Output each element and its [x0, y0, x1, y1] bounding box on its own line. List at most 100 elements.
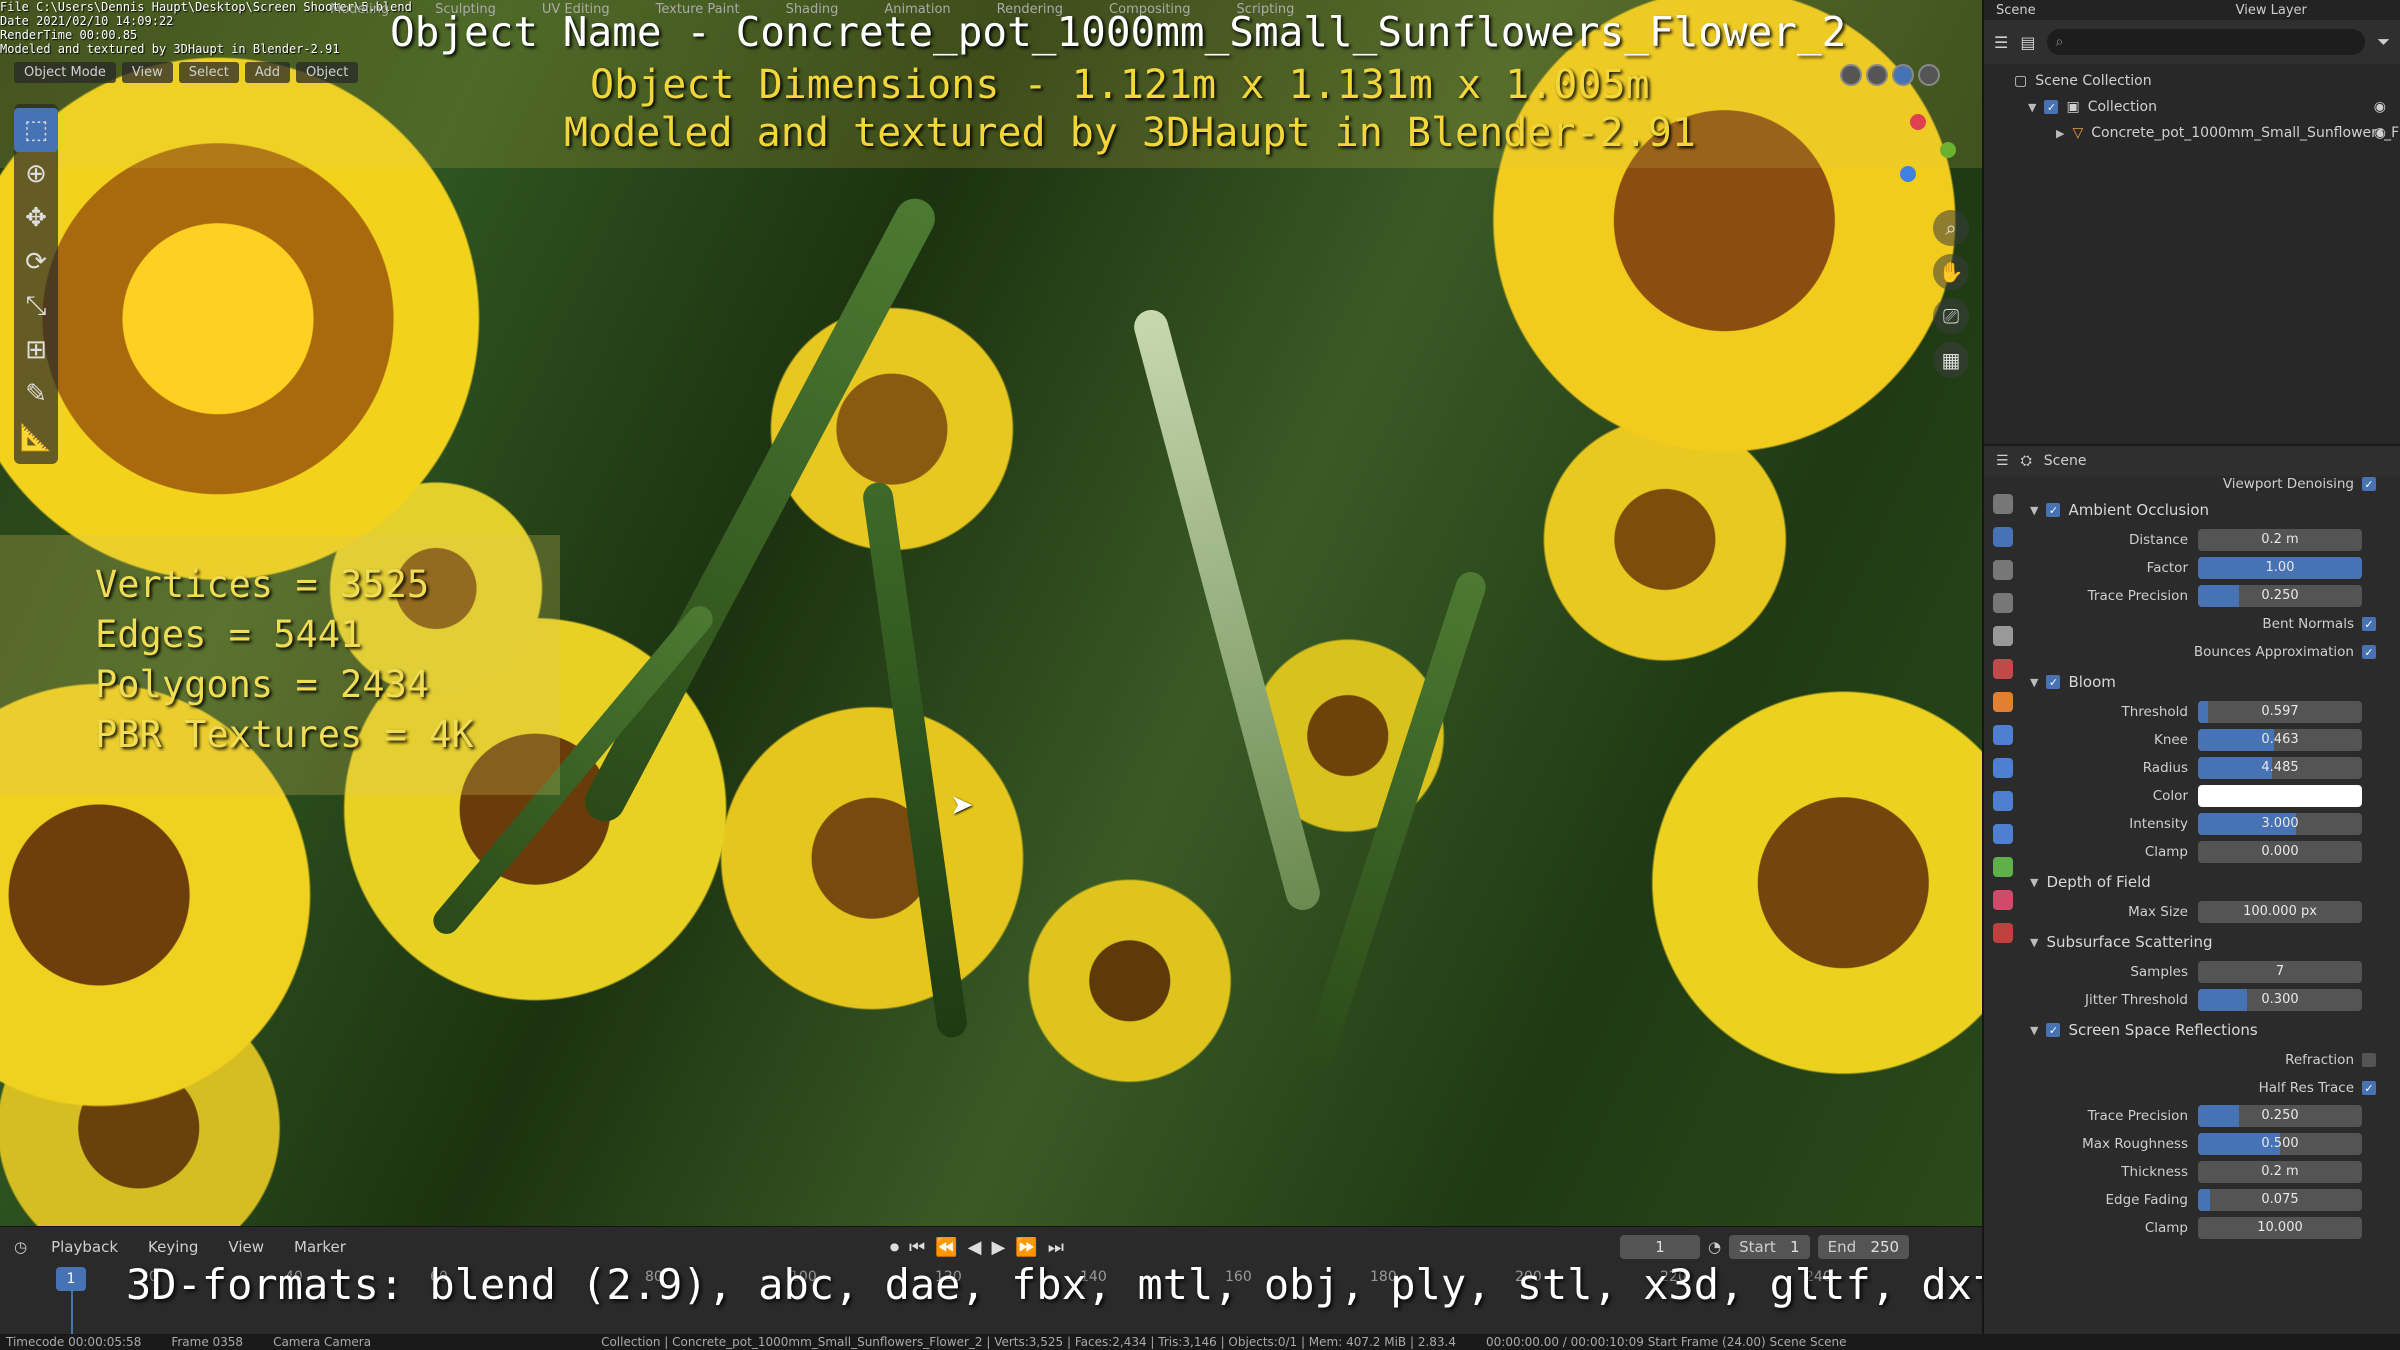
ssr-edge-fading-slider[interactable]: 0.075 [2198, 1189, 2362, 1211]
texture-tab-icon[interactable] [1993, 923, 2013, 943]
marker-menu[interactable]: Marker [288, 1236, 352, 1258]
viewport-denoising-checkbox[interactable]: ✓ [2362, 477, 2376, 491]
dof-max-size-field[interactable]: 100.000 px [2198, 901, 2362, 923]
ssr-clamp-field[interactable]: 10.000 [2198, 1217, 2362, 1239]
bloom-header[interactable]: ▼ ✓ Bloom [2030, 666, 2400, 698]
bloom-radius-slider[interactable]: 4.485 [2198, 757, 2362, 779]
tab-modeling[interactable]: Modeling [330, 2, 389, 17]
start-frame-field[interactable]: 1 [1790, 1238, 1800, 1256]
chevron-right-icon[interactable]: ▶ [2056, 127, 2064, 140]
chevron-down-icon[interactable]: ▼ [2030, 504, 2038, 517]
scene-collection-row[interactable]: ▢ Scene Collection [1984, 68, 2400, 94]
chevron-down-icon[interactable]: ▼ [2030, 936, 2038, 949]
current-frame-field[interactable]: 1 [1620, 1235, 1700, 1259]
select-box-icon[interactable]: ⬚ [14, 108, 58, 152]
pan-hand-icon[interactable]: ✋ [1933, 254, 1969, 290]
view-layer-tab-icon[interactable] [1993, 593, 2013, 613]
render-tab-icon[interactable] [1993, 527, 2013, 547]
move-icon[interactable]: ✥ [14, 196, 58, 240]
x-axis-icon[interactable] [1910, 114, 1926, 130]
bloom-knee-slider[interactable]: 0.463 [2198, 729, 2362, 751]
chevron-down-icon[interactable]: ▼ [2028, 101, 2036, 114]
bent-normals-checkbox[interactable]: ✓ [2362, 617, 2376, 631]
camera-icon[interactable]: ⎚ [1933, 298, 1969, 334]
refraction-checkbox[interactable] [2362, 1053, 2376, 1067]
tool-tab-icon[interactable] [1993, 494, 2013, 514]
chevron-down-icon[interactable]: ▼ [2030, 676, 2038, 689]
bloom-clamp-field[interactable]: 0.000 [2198, 841, 2362, 863]
ao-distance-field[interactable]: 0.2 m [2198, 529, 2362, 551]
solid-shading-icon[interactable] [1866, 64, 1888, 86]
wireframe-shading-icon[interactable] [1840, 64, 1862, 86]
data-tab-icon[interactable] [1993, 857, 2013, 877]
ambient-occlusion-header[interactable]: ▼ ✓ Ambient Occlusion [2030, 494, 2400, 526]
object-row[interactable]: ▶ ▽ Concrete_pot_1000mm_Small_Sunflowers… [1984, 120, 2400, 146]
object-menu[interactable]: Object [296, 62, 359, 83]
chevron-down-icon[interactable]: ▼ [2030, 876, 2038, 889]
output-tab-icon[interactable] [1993, 560, 2013, 580]
ssr-max-roughness-slider[interactable]: 0.500 [2198, 1133, 2362, 1155]
object-tab-icon[interactable] [1993, 692, 2013, 712]
jump-start-icon[interactable]: ⏮ [909, 1237, 925, 1258]
ssr-thickness-field[interactable]: 0.2 m [2198, 1161, 2362, 1183]
sss-jitter-slider[interactable]: 0.300 [2198, 989, 2362, 1011]
ssr-trace-precision-slider[interactable]: 0.250 [2198, 1105, 2362, 1127]
material-shading-icon[interactable] [1892, 64, 1914, 86]
jump-end-icon[interactable]: ⏭ [1048, 1237, 1064, 1258]
scale-icon[interactable]: ⤡ [14, 284, 58, 328]
playback-menu[interactable]: Playback [45, 1236, 124, 1258]
scene-selector[interactable]: Scene [1996, 3, 2036, 18]
scene-tab-icon[interactable] [1993, 626, 2013, 646]
editor-type-icon[interactable]: ◷ [14, 1238, 27, 1256]
clock-icon[interactable]: ◔ [1708, 1238, 1721, 1256]
bloom-threshold-slider[interactable]: 0.597 [2198, 701, 2362, 723]
next-key-icon[interactable]: ⏩ [1015, 1237, 1037, 1258]
collection-checkbox[interactable]: ✓ [2044, 100, 2059, 114]
ao-trace-precision-slider[interactable]: 0.250 [2198, 585, 2362, 607]
annotate-icon[interactable]: ✎ [14, 372, 58, 416]
rotate-icon[interactable]: ⟳ [14, 240, 58, 284]
chevron-down-icon[interactable]: ▼ [2030, 1024, 2038, 1037]
prev-key-icon[interactable]: ⏪ [935, 1237, 957, 1258]
bloom-color-swatch[interactable] [2198, 785, 2362, 807]
object-mode-dropdown[interactable]: Object Mode [14, 62, 116, 83]
end-frame-field[interactable]: 250 [1870, 1238, 1899, 1256]
eye-icon[interactable]: ◉ [2374, 99, 2386, 115]
editor-type-icon[interactable]: ☰ [1994, 33, 2008, 52]
constraints-tab-icon[interactable] [1993, 824, 2013, 844]
physics-tab-icon[interactable] [1993, 791, 2013, 811]
grid-icon[interactable]: ▦ [1933, 342, 1969, 378]
world-tab-icon[interactable] [1993, 659, 2013, 679]
ssr-header[interactable]: ▼ ✓ Screen Space Reflections [2030, 1014, 2400, 1046]
view-menu[interactable]: View [222, 1236, 270, 1258]
3d-viewport[interactable]: File C:\Users\Dennis Haupt\Desktop\Scree… [0, 0, 1982, 1226]
z-axis-icon[interactable] [1900, 166, 1916, 182]
bloom-checkbox[interactable]: ✓ [2046, 675, 2061, 689]
outliner-search-input[interactable]: ⌕ [2047, 29, 2366, 55]
playhead[interactable] [71, 1287, 73, 1337]
modifier-tab-icon[interactable] [1993, 725, 2013, 745]
bounces-checkbox[interactable]: ✓ [2362, 645, 2376, 659]
measure-icon[interactable]: 📐 [14, 416, 58, 460]
record-icon[interactable]: ⏺ [890, 1237, 899, 1258]
eye-icon[interactable]: ◉ [2374, 125, 2386, 141]
half-res-checkbox[interactable]: ✓ [2362, 1081, 2376, 1095]
y-axis-icon[interactable] [1940, 142, 1956, 158]
subsurface-scattering-header[interactable]: ▼ Subsurface Scattering [2030, 926, 2400, 958]
select-menu[interactable]: Select [178, 62, 239, 83]
play-reverse-icon[interactable]: ◀ [968, 1237, 982, 1258]
ssr-checkbox[interactable]: ✓ [2046, 1023, 2061, 1037]
add-menu[interactable]: Add [244, 62, 291, 83]
sss-samples-field[interactable]: 7 [2198, 961, 2362, 983]
transform-icon[interactable]: ⊞ [14, 328, 58, 372]
view-menu[interactable]: View [121, 62, 173, 83]
particles-tab-icon[interactable] [1993, 758, 2013, 778]
ambient-occlusion-checkbox[interactable]: ✓ [2046, 503, 2061, 517]
navigation-gizmo[interactable] [1870, 100, 1960, 200]
cursor-icon[interactable]: ⊕ [14, 152, 58, 196]
rendered-shading-icon[interactable] [1918, 64, 1940, 86]
play-icon[interactable]: ▶ [991, 1237, 1005, 1258]
ao-factor-slider[interactable]: 1.00 [2198, 557, 2362, 579]
collection-row[interactable]: ▼ ✓ ▣ Collection ◉ [1984, 94, 2400, 120]
bloom-intensity-slider[interactable]: 3.000 [2198, 813, 2362, 835]
